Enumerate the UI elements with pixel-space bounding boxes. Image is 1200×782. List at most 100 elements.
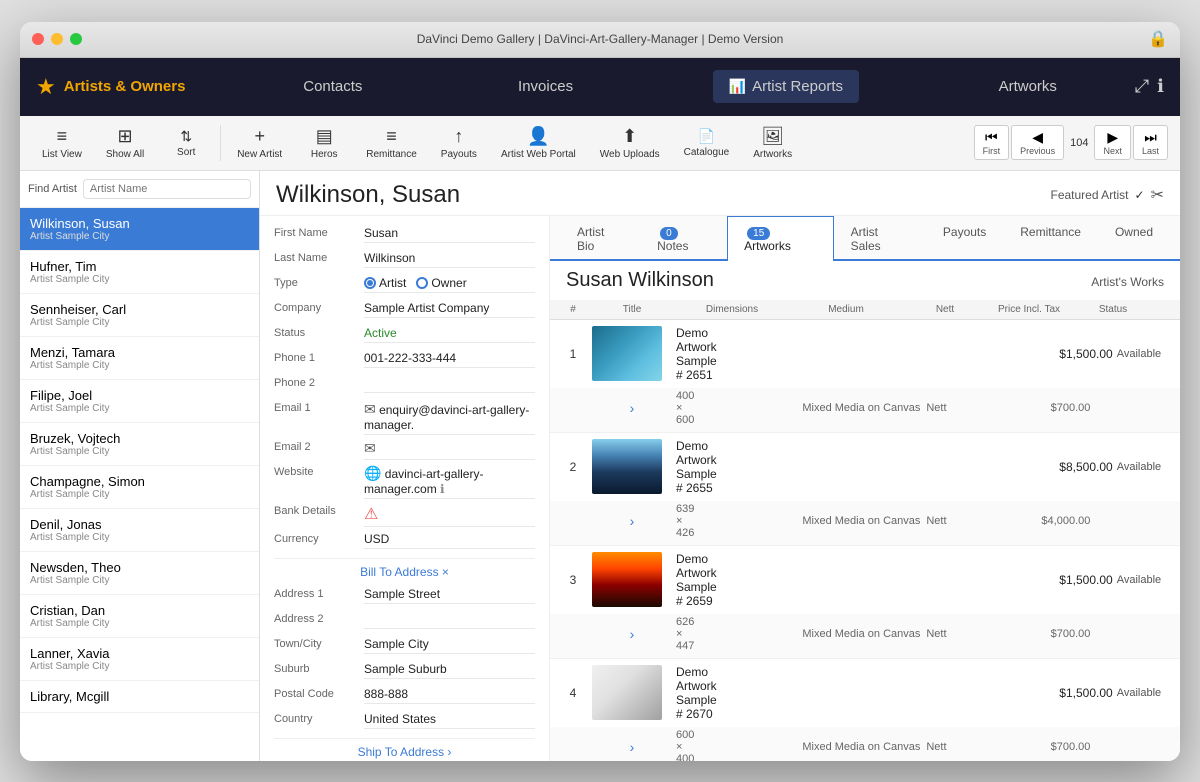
type-owner-option[interactable]: Owner: [416, 276, 466, 290]
nav-invoices[interactable]: Invoices: [502, 70, 589, 103]
artwork-thumbnail[interactable]: [592, 326, 662, 381]
artwork-row-main: 3 Demo Artwork Sample # 2659 $1,500.00 A…: [550, 546, 1180, 614]
remittance-button[interactable]: ≡ Remittance: [356, 122, 427, 164]
list-item[interactable]: Sennheiser, Carl Artist Sample City: [20, 294, 259, 337]
first-button[interactable]: ⏮ First: [974, 125, 1010, 160]
artwork-title[interactable]: Demo Artwork Sample # 2659: [676, 552, 717, 608]
artist-name: Cristian, Dan: [30, 603, 249, 618]
payouts-button[interactable]: ↑ Payouts: [431, 122, 487, 164]
list-item[interactable]: Hufner, Tim Artist Sample City: [20, 251, 259, 294]
col-header-dimensions: Dimensions: [682, 304, 782, 315]
suburb-label: Suburb: [274, 660, 364, 675]
table-row: 1 Demo Artwork Sample # 2651 $1,500.00 A…: [550, 320, 1180, 433]
artist-name: Sennheiser, Carl: [30, 302, 249, 317]
artwork-expand-chevron[interactable]: ›: [592, 739, 672, 755]
col-header-nett: Nett: [910, 304, 980, 315]
new-artist-button[interactable]: + New Artist: [227, 122, 292, 164]
first-icon: ⏮: [985, 129, 998, 146]
last-name-row: Last Name Wilkinson: [274, 249, 535, 271]
artwork-expand-chevron[interactable]: ›: [592, 400, 672, 416]
type-label: Type: [274, 274, 364, 289]
main-content: Find Artist Wilkinson, Susan Artist Samp…: [20, 171, 1180, 761]
web-portal-button[interactable]: 👤 Artist Web Portal: [491, 122, 586, 164]
list-item[interactable]: Denil, Jonas Artist Sample City: [20, 509, 259, 552]
artwork-number: 1: [558, 347, 588, 361]
country-label: Country: [274, 710, 364, 725]
minimize-button[interactable]: [51, 33, 63, 45]
website-row: Website 🌐 davinci-art-gallery-manager.co…: [274, 463, 535, 499]
artwork-price: $1,500.00: [1023, 573, 1113, 587]
info-icon[interactable]: ℹ: [1157, 76, 1164, 97]
artwork-thumbnail[interactable]: [592, 439, 662, 494]
tab-artist-bio[interactable]: Artist Bio: [560, 216, 640, 261]
nav-reports[interactable]: 📊 Artist Reports: [713, 70, 859, 103]
status-row: Status Active: [274, 324, 535, 346]
website-info-icon[interactable]: ℹ: [440, 482, 445, 496]
artwork-thumbnail[interactable]: [592, 665, 662, 720]
list-item[interactable]: Wilkinson, Susan Artist Sample City: [20, 208, 259, 251]
close-button[interactable]: [32, 33, 44, 45]
artwork-sub-nett-price: $700.00: [1000, 628, 1090, 640]
web-uploads-button[interactable]: ⬆ Web Uploads: [590, 122, 670, 164]
previous-button[interactable]: ◀ Previous: [1011, 125, 1064, 160]
app-name[interactable]: Artists & Owners: [64, 78, 186, 95]
email2-row: Email 2 ✉: [274, 438, 535, 460]
town-label: Town/City: [274, 635, 364, 650]
last-button[interactable]: ⏭ Last: [1133, 125, 1168, 160]
list-item[interactable]: Library, Mcgill: [20, 681, 259, 713]
artists-works-label: Artist's Works: [1091, 275, 1164, 289]
col-header-price: Price Incl. Tax: [984, 304, 1074, 315]
last-label: Last: [1142, 146, 1159, 156]
col-header-medium: Medium: [786, 304, 906, 315]
artwork-title[interactable]: Demo Artwork Sample # 2670: [676, 665, 717, 721]
ship-to-address-link[interactable]: Ship To Address ›: [358, 745, 452, 759]
tab-owned[interactable]: Owned: [1098, 216, 1170, 261]
artwork-title[interactable]: Demo Artwork Sample # 2651: [676, 326, 717, 382]
list-item[interactable]: Filipe, Joel Artist Sample City: [20, 380, 259, 423]
artist-name: Lanner, Xavia: [30, 646, 249, 661]
tab-artworks[interactable]: 15 Artworks: [727, 216, 833, 261]
website-value: 🌐 davinci-art-gallery-manager.com ℹ: [364, 463, 535, 499]
next-button[interactable]: ▶ Next: [1094, 125, 1131, 160]
list-item[interactable]: Bruzek, Vojtech Artist Sample City: [20, 423, 259, 466]
heros-button[interactable]: ▤ Heros: [296, 122, 352, 164]
find-artist-input[interactable]: [83, 179, 251, 199]
show-all-button[interactable]: ⊞ Show All: [96, 122, 154, 164]
maximize-button[interactable]: [70, 33, 82, 45]
tab-notes[interactable]: 0 Notes: [640, 216, 727, 261]
tab-remittance[interactable]: Remittance: [1003, 216, 1098, 261]
table-header: # Title Dimensions Medium Nett Price Inc…: [550, 300, 1180, 320]
artwork-sub-dimensions: 626 × 447: [676, 616, 694, 652]
artist-option-label: Artist: [379, 276, 406, 290]
catalogue-button[interactable]: 📄 Catalogue: [674, 124, 740, 162]
website-label: Website: [274, 463, 364, 478]
type-artist-option[interactable]: Artist: [364, 276, 406, 290]
artwork-thumbnail[interactable]: [592, 552, 662, 607]
tab-artist-sales[interactable]: Artist Sales: [834, 216, 926, 261]
artist-sub: Artist Sample City: [30, 575, 249, 586]
list-item[interactable]: Lanner, Xavia Artist Sample City: [20, 638, 259, 681]
web-uploads-icon: ⬆: [622, 126, 637, 147]
list-item[interactable]: Newsden, Theo Artist Sample City: [20, 552, 259, 595]
list-item[interactable]: Menzi, Tamara Artist Sample City: [20, 337, 259, 380]
tab-payouts[interactable]: Payouts: [926, 216, 1003, 261]
list-item[interactable]: Champagne, Simon Artist Sample City: [20, 466, 259, 509]
artist-sub: Artist Sample City: [30, 317, 249, 328]
artwork-expand-chevron[interactable]: ›: [592, 513, 672, 529]
list-item[interactable]: Cristian, Dan Artist Sample City: [20, 595, 259, 638]
bill-to-address-link[interactable]: Bill To Address ×: [360, 565, 449, 579]
type-value: Artist Owner: [364, 274, 535, 293]
expand-icon[interactable]: ⤢: [1135, 76, 1149, 97]
sort-button[interactable]: ⇅ Sort: [158, 124, 214, 162]
artwork-title[interactable]: Demo Artwork Sample # 2655: [676, 439, 717, 495]
featured-checkmark[interactable]: ✓: [1135, 188, 1145, 202]
status-value: Active: [364, 324, 535, 343]
nav-artworks[interactable]: Artworks: [983, 70, 1073, 103]
globe-icon: 🌐: [364, 465, 381, 481]
list-view-button[interactable]: ≡ List View: [32, 122, 92, 164]
artwork-sub-dimensions: 639 × 426: [676, 503, 694, 539]
scissor-icon[interactable]: ✂: [1151, 185, 1164, 205]
artworks-button[interactable]: 🖼 Artworks: [743, 122, 802, 164]
nav-contacts[interactable]: Contacts: [287, 70, 378, 103]
artwork-expand-chevron[interactable]: ›: [592, 626, 672, 642]
